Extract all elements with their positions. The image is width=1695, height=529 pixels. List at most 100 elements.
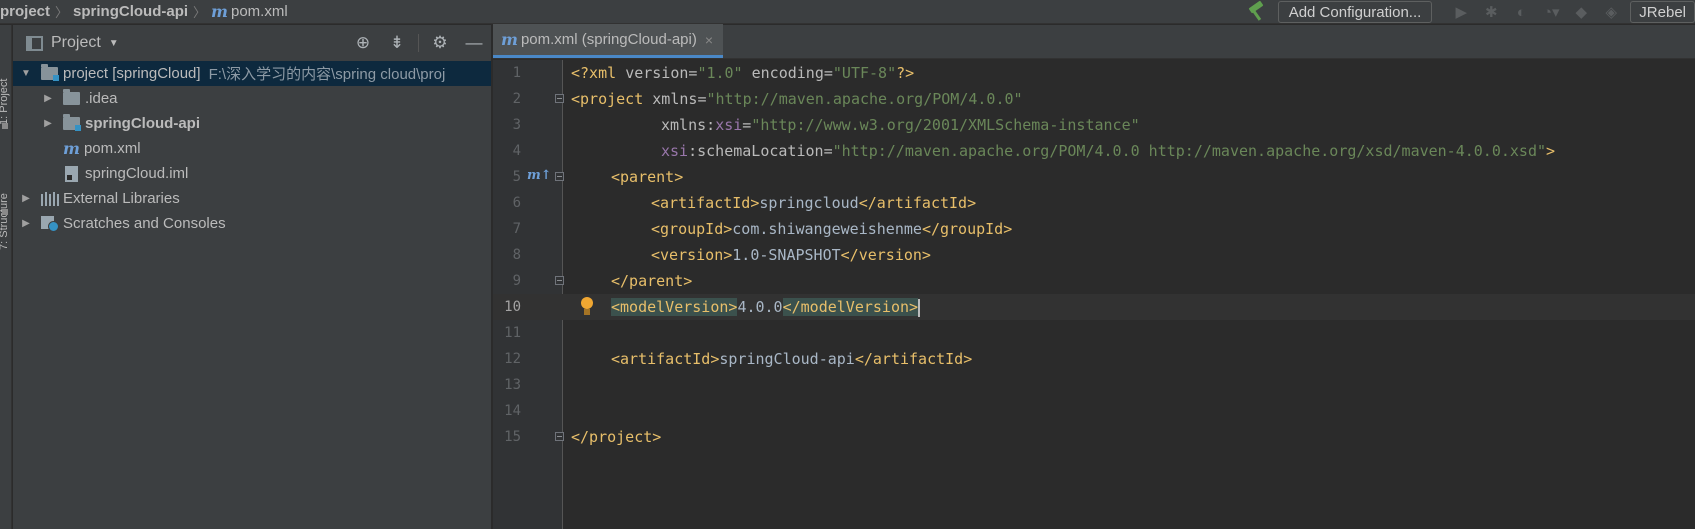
tree-item-label: .idea [85,90,118,107]
code-text: <artifactId>springCloud-api</artifactId> [611,350,973,368]
build-hammer-icon[interactable] [1246,2,1268,22]
locate-file-icon[interactable]: ⊕ [352,32,374,54]
collapse-all-icon[interactable]: ⇟ [386,32,408,54]
line-number: 4 [512,143,521,159]
chevron-down-icon: ▼ [108,37,119,49]
project-panel: Project ▼ ⊕ ⇟ ⚙ — ▼ project [springCloud… [13,25,492,529]
tree-item-springcloud-iml[interactable]: springCloud.iml [13,161,491,186]
code-line-current: 10 <modelVersion>4.0.0</modelVersion> [493,294,1695,320]
breadcrumb-springcloud-api[interactable]: springCloud-api [73,3,188,20]
code-line: 8 <version>1.0-SNAPSHOT</version> [493,242,1695,268]
profile-icon[interactable]: ◔▾ [1542,3,1560,21]
hide-panel-icon[interactable]: — [463,32,485,54]
tree-item-label: project [springCloud] [63,65,201,82]
divider [418,34,419,52]
line-number: 2 [512,91,521,107]
add-configuration-button[interactable]: Add Configuration... [1277,1,1433,23]
code-text: <artifactId>springcloud</artifactId> [651,194,977,212]
intention-bulb-icon[interactable] [581,297,593,315]
project-view-selector[interactable]: Project ▼ [26,34,119,52]
code-line: 1 <?xml version="1.0" encoding="UTF-8"?> [493,60,1695,86]
jrebel-debug-icon[interactable]: ◈ [1602,3,1620,21]
chevron-right-icon[interactable]: ▶ [41,118,55,129]
tree-item-path: F:\深入学习的内容\spring cloud\proj [208,66,446,83]
chevron-down-icon[interactable]: ▼ [19,68,33,79]
line-number: 13 [504,377,521,393]
tree-item-springcloud-api[interactable]: ▶ springCloud-api [13,111,491,136]
coverage-icon[interactable]: ◐ [1512,3,1530,21]
code-editor[interactable]: 1 <?xml version="1.0" encoding="UTF-8"?>… [493,60,1695,529]
project-panel-header: Project ▼ ⊕ ⇟ ⚙ — [13,25,491,61]
run-icon[interactable]: ▶ [1452,3,1470,21]
code-line: 11 [493,320,1695,346]
project-panel-title: Project [51,34,101,51]
close-icon[interactable]: × [705,32,713,48]
code-text: <version>1.0-SNAPSHOT</version> [651,246,931,264]
run-toolbar: Add Configuration... ▶ ✱ ◐ ◔▾ ◆ ◈ JRebel [1246,0,1695,24]
code-line: 2 <project xmlns="http://maven.apache.or… [493,86,1695,112]
tree-item-label: springCloud.iml [85,165,189,182]
line-number: 5 [512,169,521,185]
chevron-right-icon[interactable]: ▶ [41,93,55,104]
tree-item-scratches[interactable]: ▶ Scratches and Consoles [13,211,491,236]
jrebel-run-icon[interactable]: ◆ [1572,3,1590,21]
chevron-right-icon[interactable]: ▶ [19,193,33,204]
tree-item-project[interactable]: ▼ project [springCloud] F:\深入学习的内容\sprin… [13,61,491,86]
line-number: 15 [504,429,521,445]
structure-tab-icon [2,209,8,215]
fold-marker-icon[interactable] [555,94,564,103]
breadcrumb-separator: 〉 [193,5,207,20]
tab-label: pom.xml (springCloud-api) [520,31,697,48]
maven-parent-icon[interactable]: m↑ [527,168,552,183]
tree-item-idea[interactable]: ▶ .idea [13,86,491,111]
tree-item-external-libraries[interactable]: ▶ External Libraries [13,186,491,211]
code-text: <parent> [611,168,684,186]
line-number: 6 [512,195,521,211]
project-tool-tab[interactable]: 1: Project [0,55,14,125]
editor-tab-bar: m pom.xml (springCloud-api) × [493,24,1695,59]
code-line: 12 <artifactId>springCloud-api</artifact… [493,346,1695,372]
code-text: <modelVersion>4.0.0</modelVersion> [611,298,921,317]
scratch-icon [41,215,59,232]
folder-icon [63,89,80,105]
maven-icon: m [211,2,228,21]
tree-item-label: springCloud-api [85,115,200,132]
text-caret [918,298,921,317]
code-line: 9 </parent> [493,268,1695,294]
debug-icon[interactable]: ✱ [1482,3,1500,21]
line-number: 10 [504,299,521,315]
editor-area: m pom.xml (springCloud-api) × 1 <?xml ve… [493,24,1695,529]
tree-item-label: External Libraries [63,190,180,207]
fold-marker-icon[interactable] [555,172,564,181]
module-folder-icon [41,64,59,81]
code-text: </project> [571,428,662,446]
line-number: 8 [512,247,521,263]
line-number: 14 [504,403,521,419]
fold-marker-icon[interactable] [555,432,564,441]
breadcrumb-pom-xml[interactable]: m pom.xml [211,2,288,21]
tree-item-pom-xml[interactable]: m pom.xml [13,136,491,161]
line-number: 11 [504,325,521,341]
tree-item-label: Scratches and Consoles [63,215,226,232]
code-line: 14 [493,398,1695,424]
project-tab-icon [2,123,8,129]
breadcrumb-project[interactable]: project [0,3,50,20]
iml-file-icon [65,165,78,182]
fold-marker-icon[interactable] [555,276,564,285]
line-number: 1 [512,65,521,81]
library-icon [41,191,59,206]
chevron-right-icon[interactable]: ▶ [19,218,33,229]
maven-icon: m [501,30,518,49]
code-text: </parent> [611,272,693,290]
code-line: 5 m↑ <parent> [493,164,1695,190]
line-number: 3 [512,117,521,133]
tab-pom-xml[interactable]: m pom.xml (springCloud-api) × [493,24,724,58]
code-line: 15 </project> [493,424,1695,450]
jrebel-button[interactable]: JRebel [1630,1,1695,23]
code-line: 13 [493,372,1695,398]
gear-icon[interactable]: ⚙ [429,32,451,54]
code-line: 6 <artifactId>springcloud</artifactId> [493,190,1695,216]
project-tree: ▼ project [springCloud] F:\深入学习的内容\sprin… [13,61,491,236]
code-text: <?xml version="1.0" encoding="UTF-8"?> [571,64,915,82]
maven-icon: m [63,139,80,158]
